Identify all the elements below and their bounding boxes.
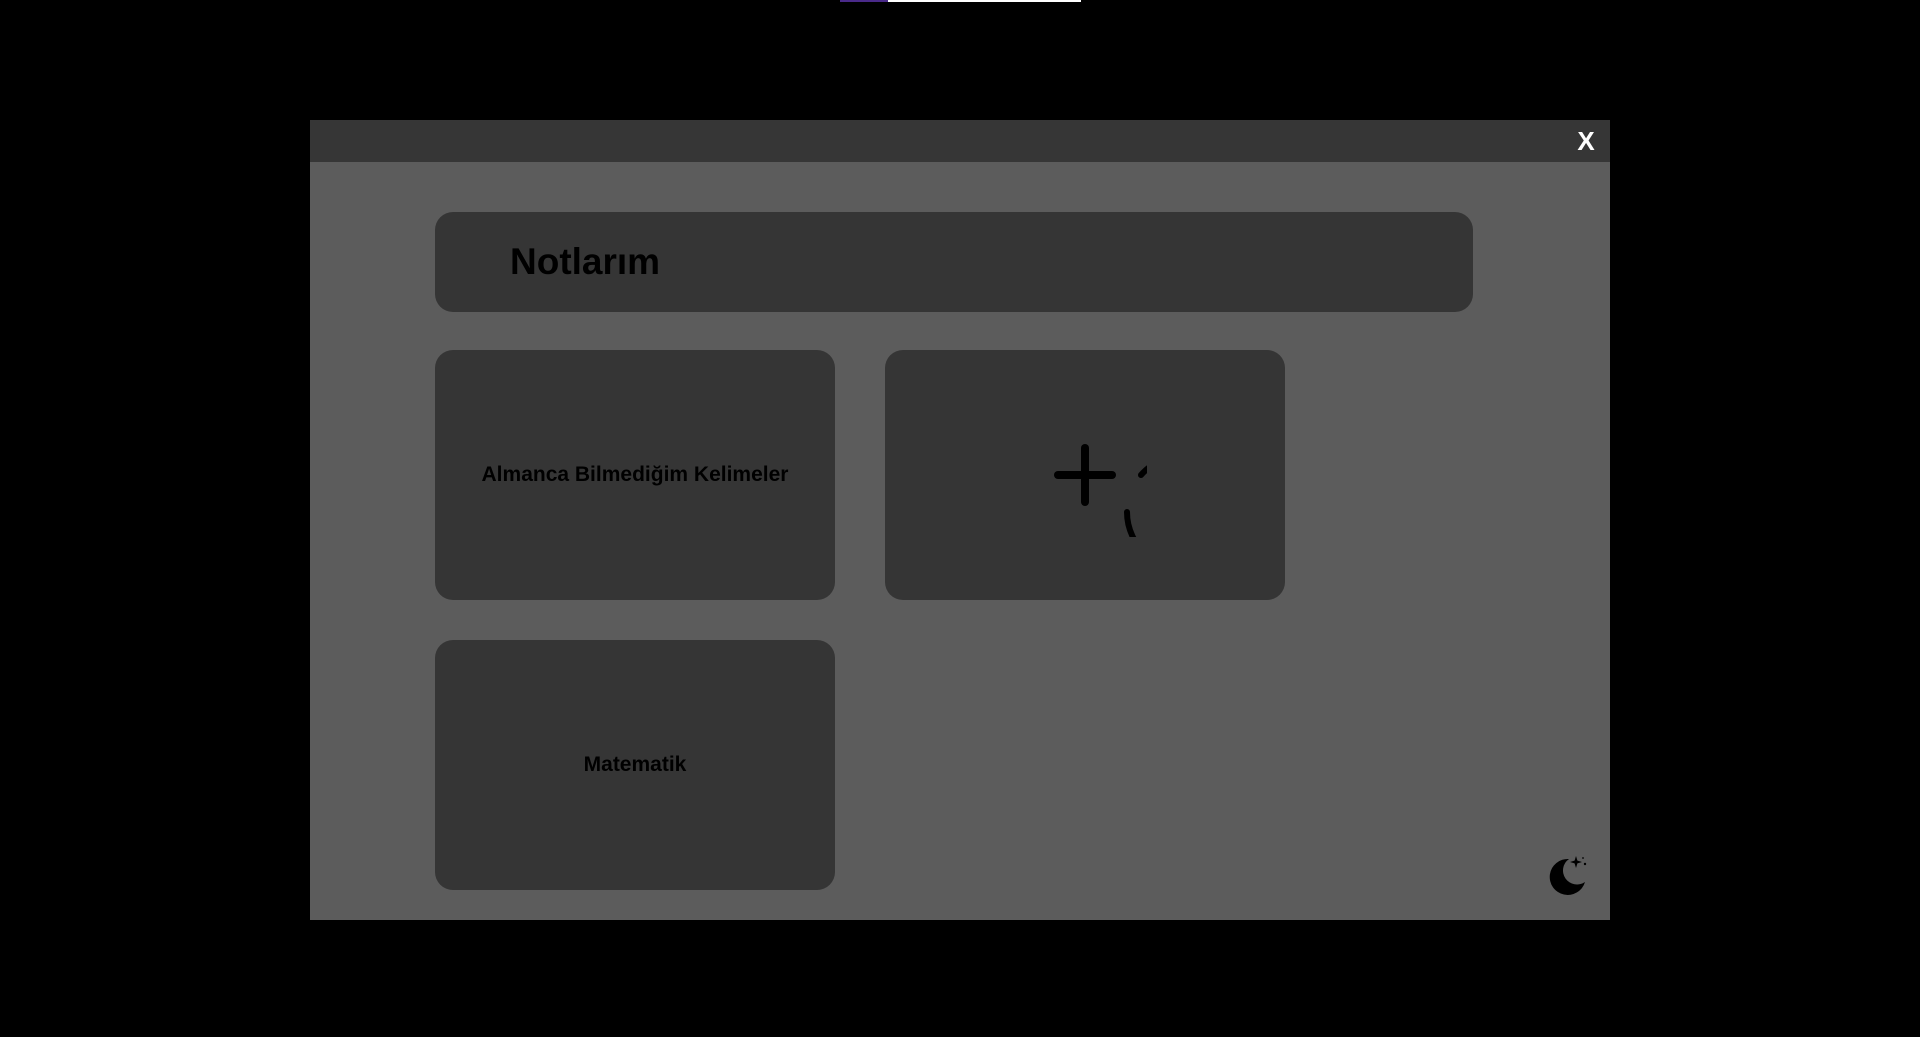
page-title: Notlarım [510, 241, 661, 282]
note-card-matematik[interactable]: Matematik [435, 640, 835, 890]
add-circle-icon [1023, 413, 1147, 537]
title-bar: Notlarım [435, 212, 1473, 312]
top-tab-indicator [840, 0, 1081, 2]
modal-header: X [310, 120, 1610, 162]
note-card-label: Almanca Bilmediğim Kelimeler [481, 463, 789, 486]
notes-modal: X Notlarım Almanca Bilmediğim Kelimeler … [310, 120, 1610, 920]
note-card-almanca[interactable]: Almanca Bilmediğim Kelimeler [435, 350, 835, 600]
note-card-label: Matematik [583, 753, 687, 776]
close-button[interactable]: X [1572, 126, 1600, 156]
top-tab-accent [840, 0, 888, 2]
moon-stars-icon [1549, 856, 1587, 895]
theme-toggle-button[interactable] [1545, 854, 1589, 898]
add-note-button[interactable] [885, 350, 1285, 600]
